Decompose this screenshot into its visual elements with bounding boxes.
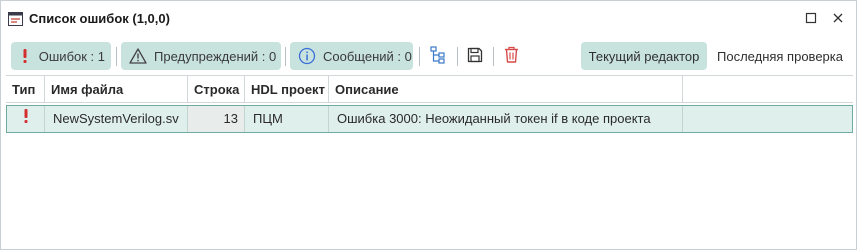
close-button[interactable] <box>829 10 847 28</box>
exclamation-icon <box>19 47 32 65</box>
error-exclamation-icon <box>23 106 29 132</box>
current-editor-button[interactable]: Текущий редактор <box>581 42 707 70</box>
row-line-cell: 13 <box>188 106 245 132</box>
error-list-window: Список ошибок (1,0,0) Ошибок : 1 Предупр… <box>0 0 857 250</box>
toolbar-separator <box>493 47 494 66</box>
errors-filter-label: Ошибок : 1 <box>38 48 105 64</box>
toolbar-separator <box>285 47 286 66</box>
window-title: Список ошибок (1,0,0) <box>29 11 170 26</box>
row-type-cell <box>7 106 45 132</box>
row-project-cell: ПЦМ <box>245 106 329 132</box>
error-list-window-icon <box>8 12 23 26</box>
save-icon <box>467 47 483 66</box>
row-file-cell: NewSystemVerilog.sv <box>45 106 188 132</box>
maximize-button[interactable] <box>802 10 820 28</box>
toolbar-separator <box>457 47 458 66</box>
table-header: Тип Имя файла Строка HDL проект Описание <box>6 75 853 103</box>
delete-button[interactable] <box>499 44 523 68</box>
title-bar: Список ошибок (1,0,0) <box>1 1 856 37</box>
trash-icon <box>504 46 519 66</box>
toolbar-separator <box>116 47 117 66</box>
column-header-description[interactable]: Описание <box>329 76 683 103</box>
column-header-project[interactable]: HDL проект <box>245 76 329 103</box>
last-check-button[interactable]: Последняя проверка <box>715 42 845 70</box>
column-header-type[interactable]: Тип <box>6 76 45 103</box>
info-icon <box>298 47 316 65</box>
close-icon <box>832 12 844 27</box>
warning-triangle-icon <box>129 47 147 65</box>
toolbar-separator <box>419 47 420 66</box>
maximize-icon <box>805 12 817 27</box>
tree-hierarchy-icon <box>430 45 446 67</box>
warnings-filter-label: Предупреждений : 0 <box>154 48 277 64</box>
toolbar: Ошибок : 1 Предупреждений : 0 Сообщений … <box>1 42 856 72</box>
save-button[interactable] <box>463 44 487 68</box>
tree-view-button[interactable] <box>426 44 450 68</box>
column-header-line[interactable]: Строка <box>188 76 245 103</box>
messages-filter-label: Сообщений : 0 <box>323 48 412 64</box>
table-row[interactable]: NewSystemVerilog.sv 13 ПЦМ Ошибка 3000: … <box>6 105 853 133</box>
row-description-cell: Ошибка 3000: Неожиданный токен if в коде… <box>329 106 683 132</box>
errors-filter-button[interactable]: Ошибок : 1 <box>11 42 111 70</box>
messages-filter-button[interactable]: Сообщений : 0 <box>290 42 413 70</box>
warnings-filter-button[interactable]: Предупреждений : 0 <box>121 42 281 70</box>
column-header-file[interactable]: Имя файла <box>45 76 188 103</box>
